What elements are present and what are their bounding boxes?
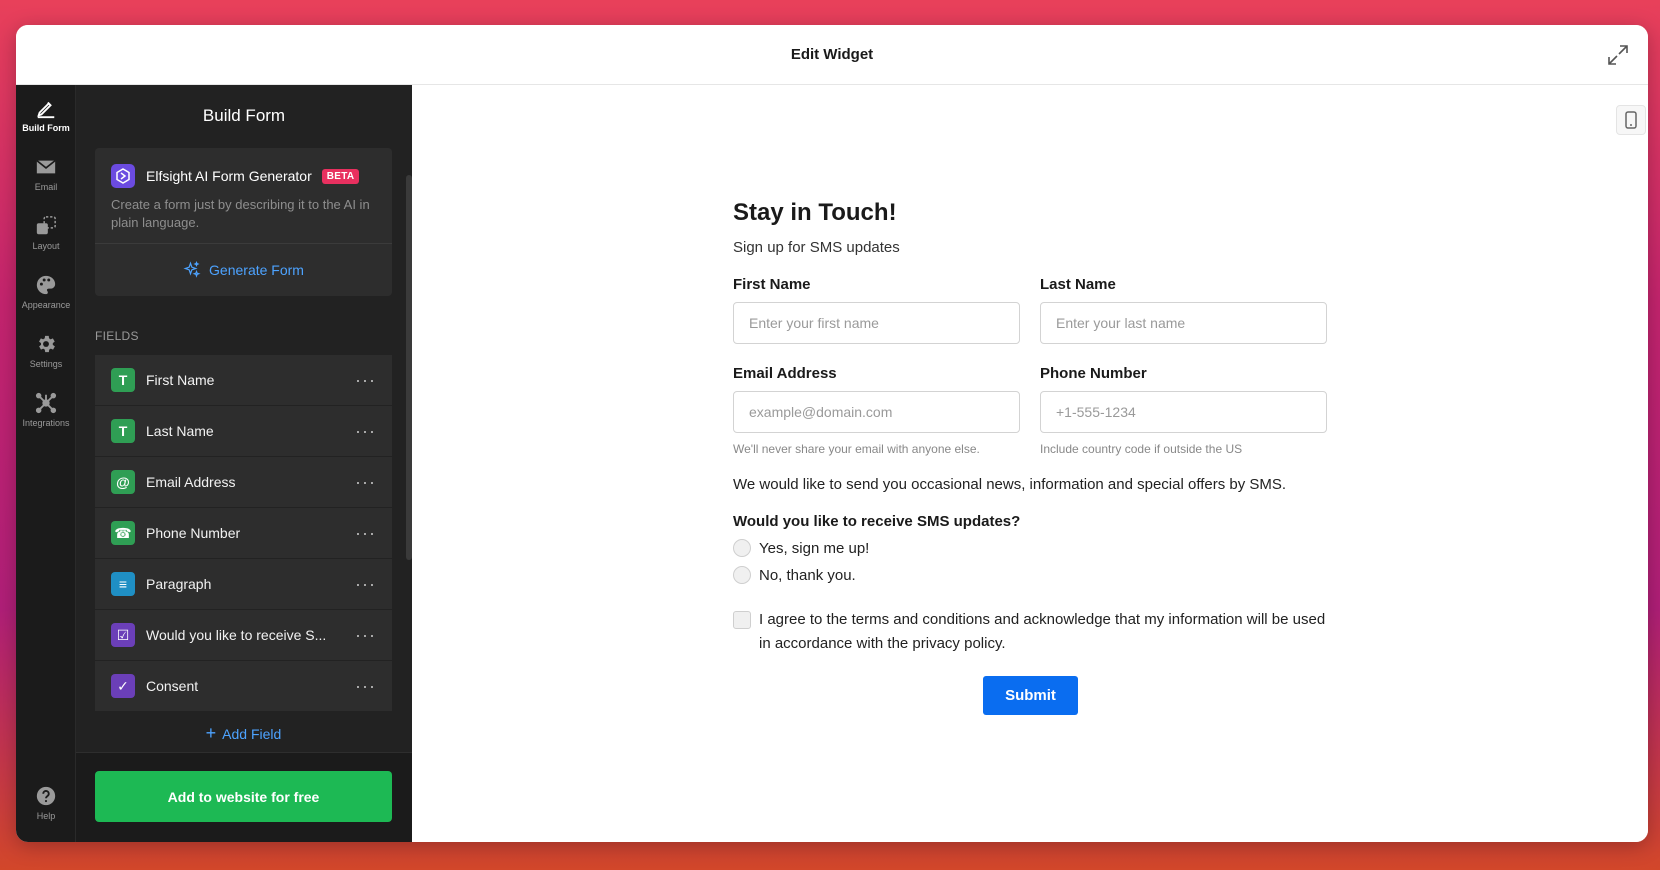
more-options-icon[interactable]: ··· — [348, 574, 376, 595]
rail-item-settings[interactable]: Settings — [16, 321, 76, 380]
edit-widget-window: Edit Widget Build Form Email Layout Appe… — [16, 25, 1648, 842]
first-name-label: First Name — [733, 276, 811, 293]
sms-signup-form: Stay in Touch! Sign up for SMS updates F… — [733, 199, 1328, 715]
expand-icon[interactable] — [1606, 43, 1630, 67]
consent-text: I agree to the terms and conditions and … — [759, 611, 1326, 652]
checkbox-icon: ✓ — [111, 674, 135, 698]
rail-item-build-form[interactable]: Build Form — [16, 85, 76, 144]
ai-generator-card: Elfsight AI Form Generator BETA Create a… — [95, 148, 392, 296]
field-item-first-name[interactable]: T First Name ··· — [95, 355, 392, 406]
radio-button[interactable] — [733, 539, 751, 557]
add-field-label: Add Field — [222, 726, 282, 742]
paragraph-icon: ≡ — [111, 572, 135, 596]
radio-option-label: No, thank you. — [759, 566, 856, 584]
field-name: First Name — [146, 372, 215, 388]
field-item-consent[interactable]: ✓ Consent ··· — [95, 661, 392, 712]
more-options-icon[interactable]: ··· — [348, 523, 376, 544]
more-options-icon[interactable]: ··· — [348, 472, 376, 493]
field-item-email-address[interactable]: @ Email Address ··· — [95, 457, 392, 508]
generate-form-label: Generate Form — [209, 262, 304, 278]
palette-icon — [36, 275, 56, 294]
at-icon: @ — [111, 470, 135, 494]
field-item-last-name[interactable]: T Last Name ··· — [95, 406, 392, 457]
rail-label: Settings — [29, 358, 63, 369]
add-field-button[interactable]: + Add Field — [95, 712, 392, 742]
last-name-label: Last Name — [1040, 276, 1116, 293]
submit-button[interactable]: Submit — [983, 676, 1078, 715]
field-name: Would you like to receive S... — [146, 627, 327, 643]
rail-label: Layout — [32, 240, 60, 251]
sms-question-label: Would you like to receive SMS updates? — [733, 513, 1021, 530]
rail-label: Email — [34, 181, 58, 192]
radio-option-yes[interactable]: Yes, sign me up! — [733, 539, 1328, 557]
form-preview: Stay in Touch! Sign up for SMS updates F… — [412, 85, 1648, 842]
radio-button[interactable] — [733, 566, 751, 584]
mobile-device-icon — [1625, 111, 1637, 129]
panel-footer: Add to website for free — [76, 752, 412, 842]
rail-label: Integrations — [22, 417, 70, 428]
sms-paragraph: We would like to send you occasional new… — [733, 476, 1287, 493]
more-options-icon[interactable]: ··· — [348, 421, 376, 442]
email-label: Email Address — [733, 365, 837, 382]
radio-option-no[interactable]: No, thank you. — [733, 566, 1328, 584]
radio-option-label: Yes, sign me up! — [759, 539, 870, 557]
rail-item-integrations[interactable]: Integrations — [16, 380, 76, 439]
email-hint: We'll never share your email with anyone… — [733, 442, 980, 456]
text-icon: T — [111, 368, 135, 392]
phone-label: Phone Number — [1040, 365, 1147, 382]
radio-select-icon: ☑ — [111, 623, 135, 647]
pen-icon — [37, 101, 55, 118]
sparkle-icon — [183, 261, 201, 278]
field-item-paragraph[interactable]: ≡ Paragraph ··· — [95, 559, 392, 610]
consent-row: I agree to the terms and conditions and … — [733, 608, 1328, 656]
build-form-panel: Build Form Elfsight AI Form Generator BE… — [76, 85, 412, 842]
plus-icon: + — [205, 723, 217, 742]
rail-item-layout[interactable]: Layout — [16, 203, 76, 262]
form-title: Stay in Touch! — [733, 199, 897, 226]
window-title: Edit Widget — [790, 46, 874, 63]
field-list: T First Name ··· T Last Name ··· @ Email… — [95, 355, 392, 742]
rail-item-appearance[interactable]: Appearance — [16, 262, 76, 321]
field-name: Email Address — [146, 474, 236, 490]
mobile-preview-button[interactable] — [1616, 105, 1646, 135]
more-options-icon[interactable]: ··· — [348, 625, 376, 646]
phone-icon: ☎ — [111, 521, 135, 545]
elfsight-ai-logo-icon — [111, 164, 135, 188]
field-name: Paragraph — [146, 576, 212, 592]
layout-icon — [36, 215, 56, 234]
form-subtitle: Sign up for SMS updates — [733, 239, 900, 256]
integrations-icon — [35, 392, 57, 413]
envelope-icon — [36, 159, 56, 173]
rail-label: Build Form — [22, 122, 70, 133]
last-name-input[interactable] — [1040, 302, 1327, 344]
rail-item-email[interactable]: Email — [16, 144, 76, 203]
rail-label: Appearance — [21, 299, 71, 310]
nav-rail: Build Form Email Layout Appearance Setti… — [16, 85, 76, 842]
generate-form-button[interactable]: Generate Form — [95, 244, 392, 296]
field-item-sms-question[interactable]: ☑ Would you like to receive S... ··· — [95, 610, 392, 661]
ai-generator-description: Create a form just by describing it to t… — [111, 197, 370, 230]
title-bar: Edit Widget — [16, 25, 1648, 85]
ai-generator-title: Elfsight AI Form Generator — [146, 168, 312, 184]
first-name-input[interactable] — [733, 302, 1020, 344]
rail-item-help[interactable]: Help — [16, 773, 76, 832]
add-to-website-button[interactable]: Add to website for free — [95, 771, 392, 822]
help-icon — [36, 786, 56, 805]
phone-hint: Include country code if outside the US — [1040, 442, 1243, 456]
more-options-icon[interactable]: ··· — [348, 676, 376, 697]
field-name: Last Name — [146, 423, 214, 439]
consent-checkbox[interactable] — [733, 611, 751, 629]
email-input[interactable] — [733, 391, 1020, 433]
panel-title: Build Form — [202, 106, 286, 125]
phone-input[interactable] — [1040, 391, 1327, 433]
beta-badge: BETA — [321, 168, 360, 184]
gear-icon — [39, 335, 55, 352]
text-icon: T — [111, 419, 135, 443]
more-options-icon[interactable]: ··· — [348, 370, 376, 391]
field-item-phone-number[interactable]: ☎ Phone Number ··· — [95, 508, 392, 559]
field-name: Phone Number — [146, 525, 241, 541]
fields-section-label: FIELDS — [95, 329, 139, 343]
field-name: Consent — [146, 678, 199, 694]
rail-label: Help — [36, 810, 56, 821]
